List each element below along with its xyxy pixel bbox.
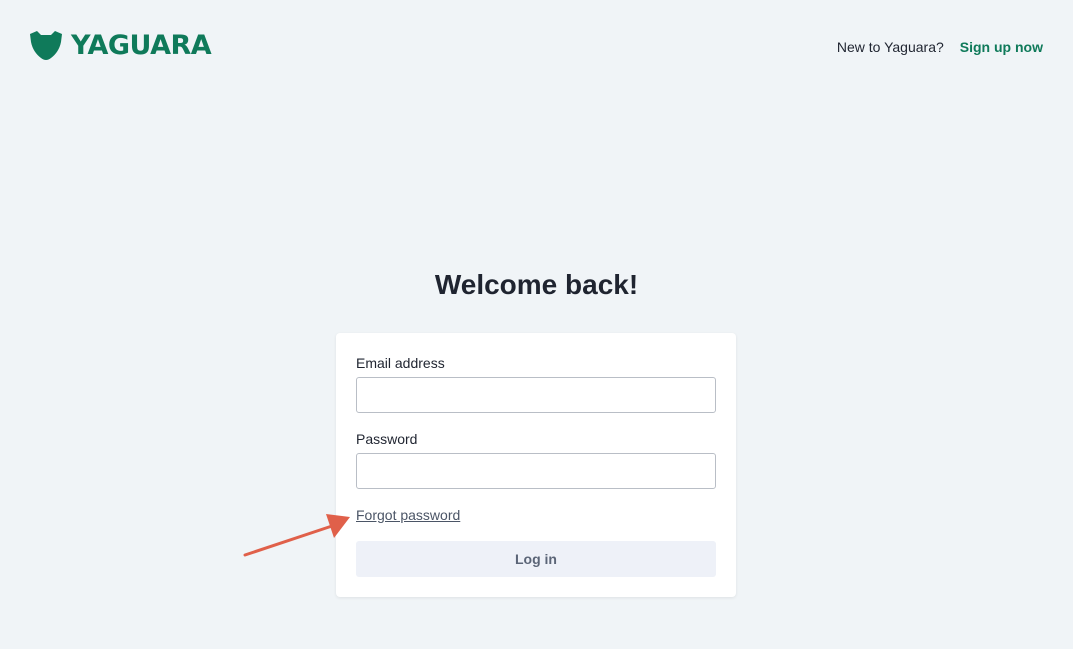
forgot-password-link[interactable]: Forgot password xyxy=(356,506,460,524)
brand-logo[interactable]: YAGUARA xyxy=(28,30,212,62)
password-field[interactable] xyxy=(356,453,716,489)
brand-name: YAGUARA xyxy=(71,30,212,61)
jaguar-head-icon xyxy=(30,31,62,60)
signup-prompt: New to Yaguara? xyxy=(836,39,944,55)
header-signup-area: New to Yaguara? Sign up now xyxy=(837,38,1043,56)
top-header: YAGUARA New to Yaguara? Sign up now xyxy=(0,0,1073,94)
password-label: Password xyxy=(356,431,418,447)
login-button[interactable]: Log in xyxy=(356,541,716,577)
email-label: Email address xyxy=(356,355,445,371)
signup-link[interactable]: Sign up now xyxy=(960,38,1043,56)
login-card: Email address Password Forgot password L… xyxy=(336,333,736,597)
page-title: Welcome back! xyxy=(434,269,639,300)
email-field[interactable] xyxy=(356,377,716,413)
